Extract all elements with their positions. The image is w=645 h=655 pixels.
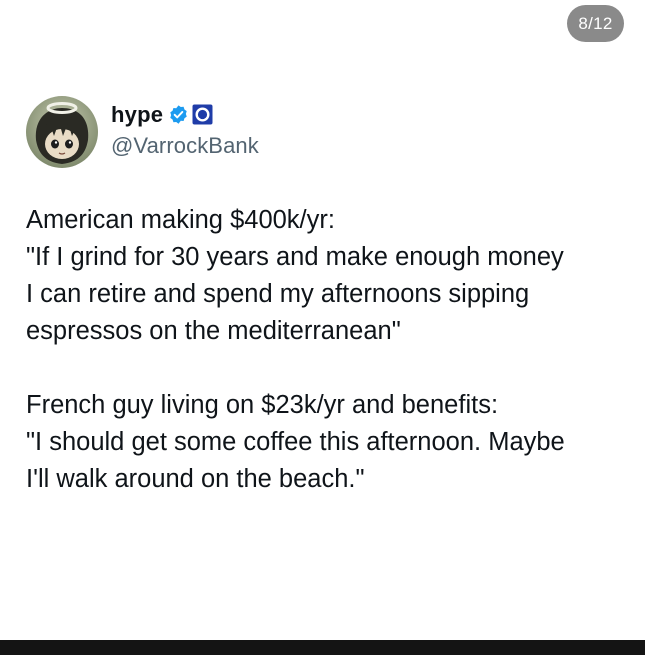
tweet-line: American making $400k/yr: <box>26 206 335 234</box>
tweet-text: American making $400k/yr: "If I grind fo… <box>26 202 626 498</box>
tweet-line: I can retire and spend my afternoons sip… <box>26 280 530 308</box>
author-display-name[interactable]: hype <box>111 102 163 128</box>
avatar[interactable] <box>26 96 98 168</box>
tweet-line: espressos on the mediterranean" <box>26 317 401 345</box>
affiliate-badge-icon[interactable] <box>192 104 213 125</box>
author-name-row: hype <box>111 100 259 130</box>
tweet-paragraph: French guy living on $23k/yr and benefit… <box>26 387 626 498</box>
verified-badge-icon <box>168 104 189 125</box>
tweet-paragraph: American making $400k/yr: "If I grind fo… <box>26 202 626 350</box>
tweet-line: "If I grind for 30 years and make enough… <box>26 243 564 271</box>
tweet-line: I'll walk around on the beach." <box>26 465 365 493</box>
tweet-line: "I should get some coffee this afternoon… <box>26 428 565 456</box>
author-handle[interactable]: @VarrockBank <box>111 133 259 159</box>
tweet-author-header: hype @VarrockBank <box>26 96 259 168</box>
author-identity: hype @VarrockBank <box>111 100 259 159</box>
bottom-edge-bar <box>0 640 645 655</box>
page-counter-badge: 8/12 <box>567 5 624 42</box>
anime-character-avatar-icon <box>26 96 98 168</box>
tweet-line: French guy living on $23k/yr and benefit… <box>26 391 499 419</box>
